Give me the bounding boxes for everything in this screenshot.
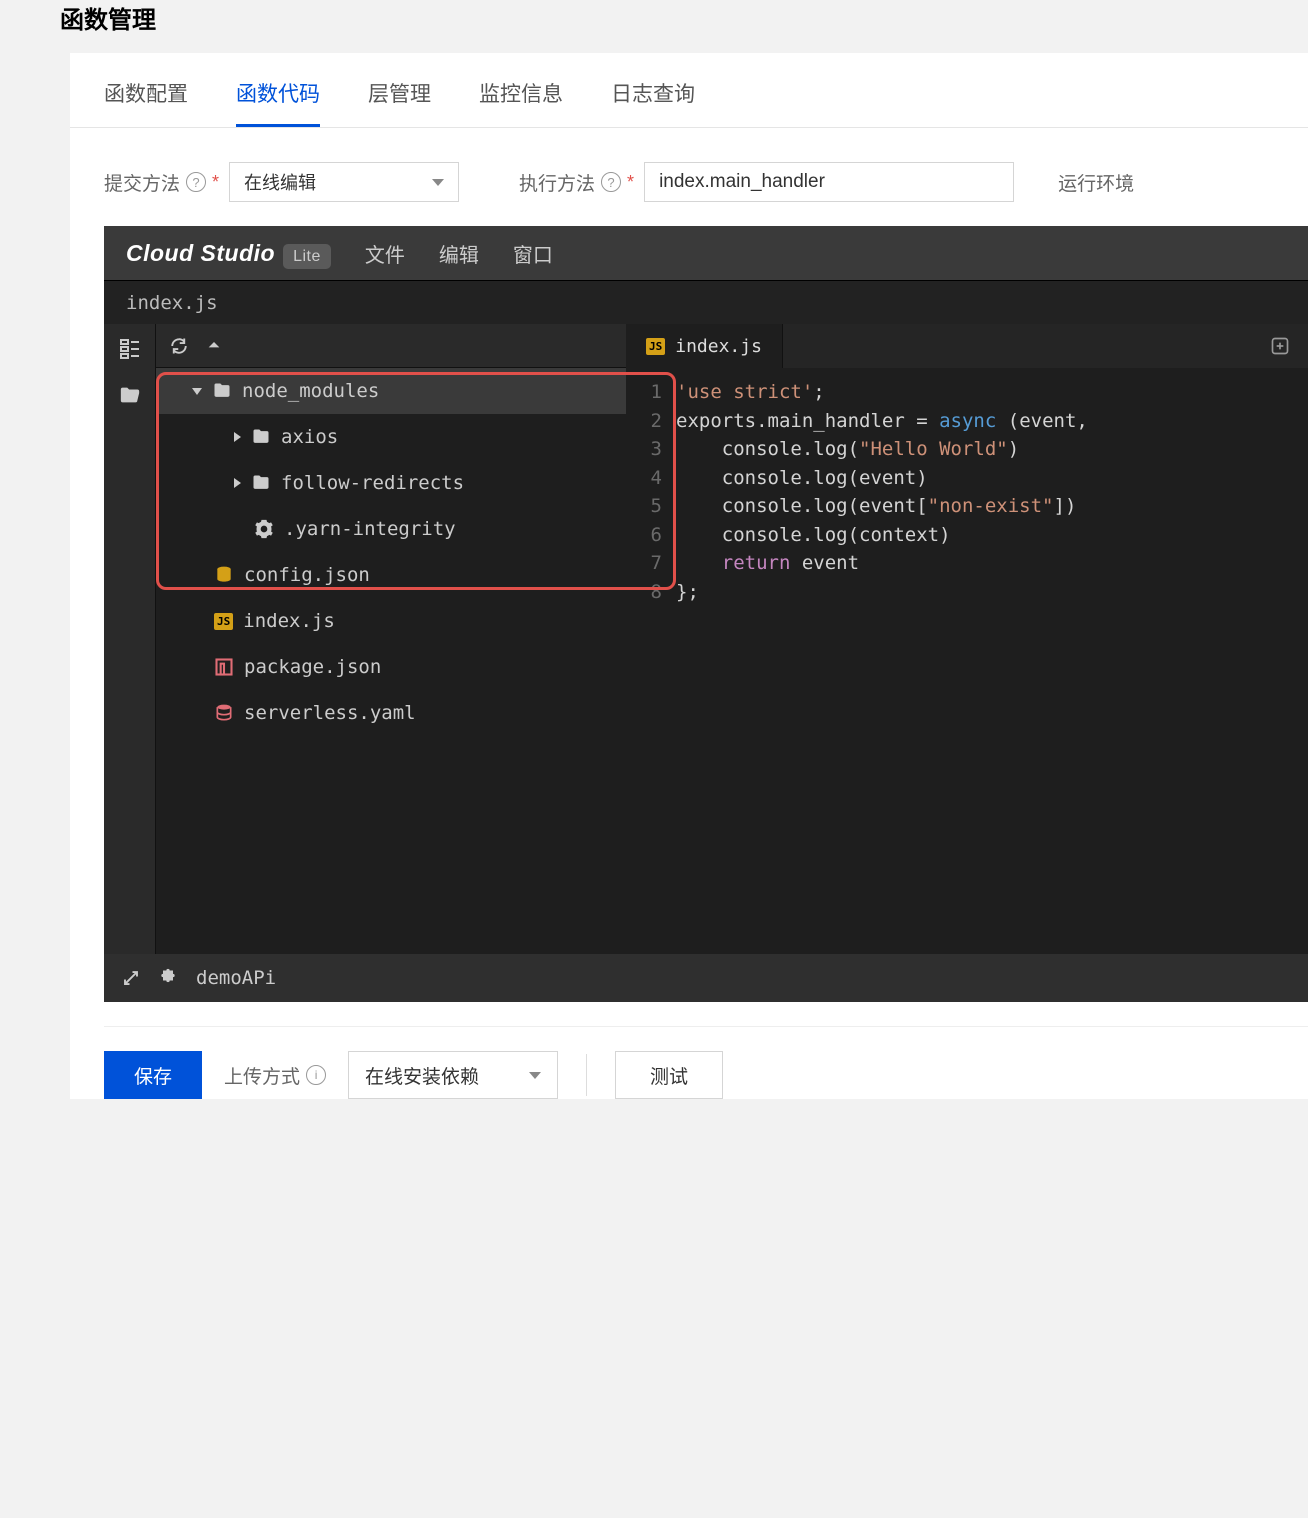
caret-right-icon bbox=[234, 478, 241, 488]
tree-label: serverless.yaml bbox=[244, 702, 416, 724]
tree-label: follow-redirects bbox=[281, 472, 464, 494]
chevron-down-icon bbox=[432, 179, 444, 186]
info-icon: i bbox=[306, 1065, 326, 1085]
ide-statusbar: demoAPi bbox=[104, 954, 1308, 1002]
help-icon[interactable]: ? bbox=[601, 172, 621, 192]
package-icon bbox=[214, 657, 234, 677]
js-icon: JS bbox=[214, 613, 233, 630]
file-explorer: node_modules axios bbox=[156, 324, 626, 954]
submit-method-select[interactable]: 在线编辑 bbox=[229, 162, 459, 202]
collapse-icon[interactable] bbox=[206, 338, 222, 354]
fullscreen-icon[interactable] bbox=[122, 969, 140, 987]
exec-method-label: 执行方法 bbox=[519, 169, 595, 196]
ide: Cloud StudioLite 文件 编辑 窗口 index.js bbox=[104, 226, 1308, 1002]
puzzle-icon[interactable] bbox=[158, 968, 178, 988]
page-title: 函数管理 bbox=[30, 0, 1308, 53]
code-lines[interactable]: 'use strict'; exports.main_handler = asy… bbox=[676, 378, 1308, 606]
tabs: 函数配置 函数代码 层管理 监控信息 日志查询 bbox=[70, 53, 1308, 128]
tree-node-modules[interactable]: node_modules bbox=[156, 368, 626, 414]
yaml-icon bbox=[214, 703, 234, 723]
gutter: 12345678 bbox=[626, 378, 676, 606]
breadcrumb-file: index.js bbox=[126, 292, 218, 314]
caret-right-icon bbox=[234, 432, 241, 442]
tree-label: package.json bbox=[244, 656, 381, 678]
js-icon: JS bbox=[646, 338, 665, 355]
cloud-studio-logo: Cloud StudioLite bbox=[126, 240, 331, 267]
folder-icon bbox=[251, 473, 271, 493]
tab-layer[interactable]: 层管理 bbox=[368, 78, 431, 127]
database-icon bbox=[214, 565, 234, 585]
required-asterisk: * bbox=[212, 172, 219, 193]
code-area[interactable]: 12345678 'use strict'; exports.main_hand… bbox=[626, 368, 1308, 606]
menu-file[interactable]: 文件 bbox=[365, 239, 405, 268]
ide-topbar: Cloud StudioLite 文件 编辑 窗口 bbox=[104, 226, 1308, 280]
tree-serverless-yaml[interactable]: serverless.yaml bbox=[156, 690, 626, 736]
tab-function-code[interactable]: 函数代码 bbox=[236, 78, 320, 127]
submit-method-label: 提交方法 bbox=[104, 169, 180, 196]
test-button[interactable]: 测试 bbox=[615, 1051, 723, 1099]
folder-icon bbox=[251, 427, 271, 447]
upload-method-link[interactable]: 上传方式 i bbox=[224, 1062, 326, 1089]
tree-index-js[interactable]: JS index.js bbox=[156, 598, 626, 644]
divider bbox=[586, 1054, 587, 1096]
tree-follow-redirects[interactable]: follow-redirects bbox=[156, 460, 626, 506]
ide-iconbar bbox=[104, 324, 156, 954]
install-deps-select[interactable]: 在线安装依赖 bbox=[348, 1051, 558, 1099]
runtime-label: 运行环境 bbox=[1058, 169, 1134, 196]
editor-tab-label: index.js bbox=[675, 336, 762, 357]
refresh-icon[interactable] bbox=[170, 337, 188, 355]
tree-package-json[interactable]: package.json bbox=[156, 644, 626, 690]
status-project: demoAPi bbox=[196, 967, 276, 989]
add-tab-icon[interactable] bbox=[1252, 336, 1308, 356]
lite-badge: Lite bbox=[283, 244, 331, 269]
tree-label: index.js bbox=[243, 610, 335, 632]
tree-yarn-integrity[interactable]: .yarn-integrity bbox=[156, 506, 626, 552]
tab-log[interactable]: 日志查询 bbox=[611, 78, 695, 127]
menu-edit[interactable]: 编辑 bbox=[439, 239, 479, 268]
ide-breadcrumb: index.js bbox=[104, 280, 1308, 324]
tree-label: .yarn-integrity bbox=[284, 518, 456, 540]
gear-icon bbox=[254, 519, 274, 539]
chevron-down-icon bbox=[529, 1072, 541, 1079]
required-asterisk: * bbox=[627, 172, 634, 193]
folder-open-icon[interactable] bbox=[119, 384, 141, 406]
tab-function-config[interactable]: 函数配置 bbox=[104, 78, 188, 127]
bottom-bar: 保存 上传方式 i 在线安装依赖 测试 bbox=[104, 1026, 1308, 1099]
tab-monitor[interactable]: 监控信息 bbox=[479, 78, 563, 127]
tree-label: node_modules bbox=[242, 380, 379, 402]
caret-down-icon bbox=[192, 388, 202, 395]
help-icon[interactable]: ? bbox=[186, 172, 206, 192]
folder-icon bbox=[212, 381, 232, 401]
tree-label: config.json bbox=[244, 564, 370, 586]
exec-method-input[interactable] bbox=[644, 162, 1014, 202]
explorer-icon[interactable] bbox=[118, 336, 142, 360]
tree-label: axios bbox=[281, 426, 338, 448]
editor-tab-index-js[interactable]: JS index.js bbox=[626, 324, 783, 368]
save-button[interactable]: 保存 bbox=[104, 1051, 202, 1099]
menu-window[interactable]: 窗口 bbox=[513, 239, 553, 268]
editor: JS index.js 12345678 'use strict'; expor… bbox=[626, 324, 1308, 954]
tree-config-json[interactable]: config.json bbox=[156, 552, 626, 598]
tree-axios[interactable]: axios bbox=[156, 414, 626, 460]
submit-method-value: 在线编辑 bbox=[244, 169, 316, 195]
